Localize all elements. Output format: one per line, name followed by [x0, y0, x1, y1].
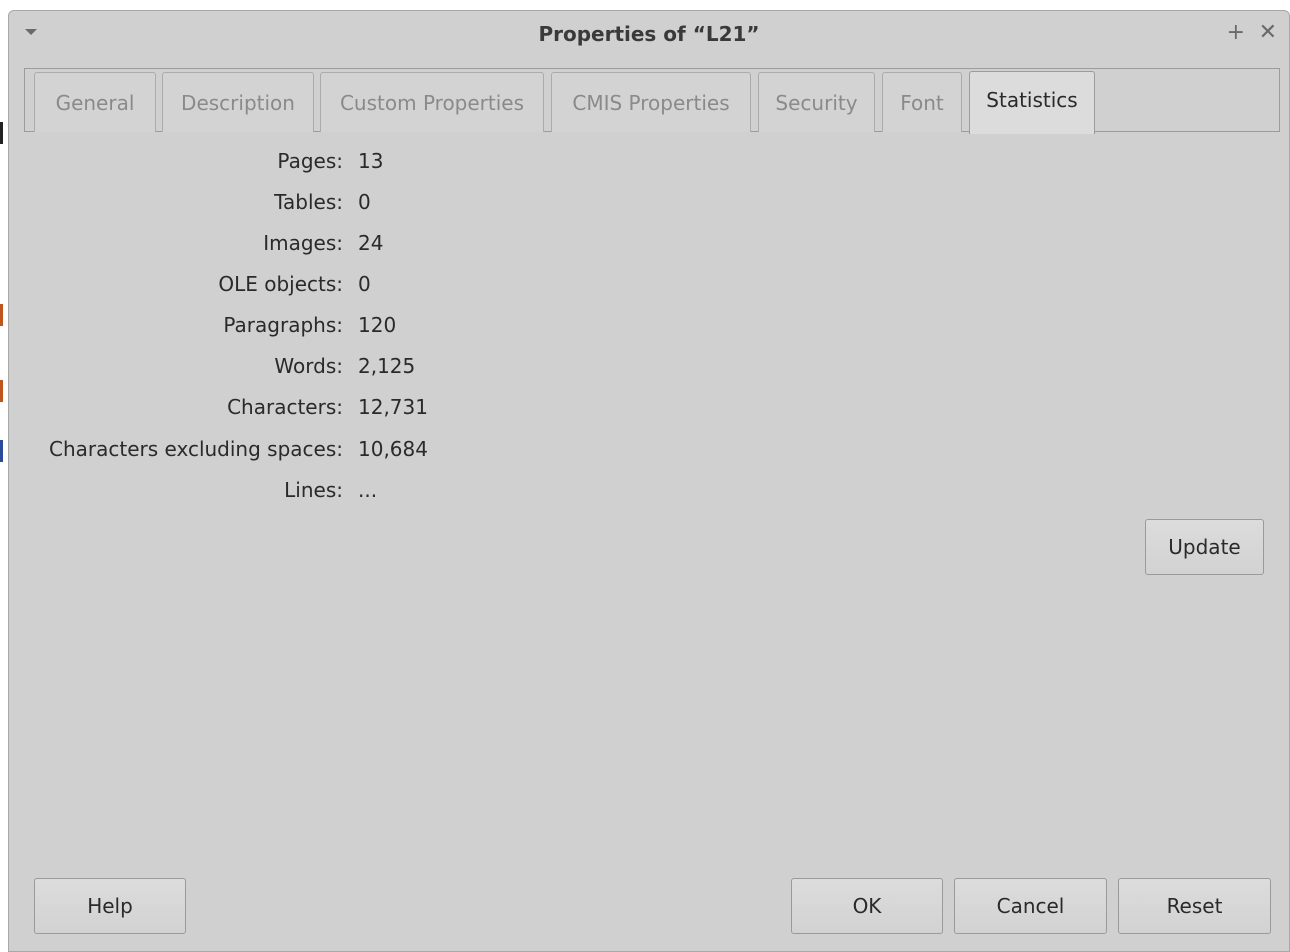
stat-value: 12,731: [358, 395, 428, 419]
tab-description[interactable]: Description: [162, 72, 314, 132]
tab-statistics[interactable]: Statistics: [969, 71, 1095, 134]
stat-row-characters: Characters: 12,731: [9, 395, 709, 425]
stat-label: Tables:: [274, 190, 343, 214]
reset-button[interactable]: Reset: [1118, 878, 1271, 934]
stat-label: Pages:: [277, 149, 343, 173]
edge-mark: [0, 304, 3, 326]
stat-value: 10,684: [358, 437, 428, 461]
stat-value: 0: [358, 190, 371, 214]
edge-mark: [0, 380, 3, 402]
edge-mark: [0, 440, 3, 462]
stat-value: 13: [358, 149, 384, 173]
stat-label: Lines:: [284, 478, 343, 502]
stat-value: ...: [358, 478, 378, 502]
properties-dialog: Properties of “L21” + ✕ General Descript…: [8, 10, 1290, 952]
title-bar[interactable]: Properties of “L21” + ✕: [9, 11, 1289, 59]
help-button[interactable]: Help: [34, 878, 186, 934]
cancel-button[interactable]: Cancel: [954, 878, 1107, 934]
tab-cmis-properties[interactable]: CMIS Properties: [551, 72, 751, 132]
stat-row-tables: Tables: 0: [9, 190, 709, 220]
ok-button[interactable]: OK: [791, 878, 943, 934]
stat-row-pages: Pages: 13: [9, 149, 709, 179]
stat-row-words: Words: 2,125: [9, 354, 709, 384]
stat-value: 24: [358, 231, 384, 255]
stat-label: Words:: [274, 354, 343, 378]
stat-label: Characters:: [227, 395, 343, 419]
stat-value: 2,125: [358, 354, 416, 378]
tab-strip: General Description Custom Properties CM…: [24, 68, 1280, 134]
stat-row-paragraphs: Paragraphs: 120: [9, 313, 709, 343]
stat-value: 0: [358, 272, 371, 296]
stat-label: OLE objects:: [218, 272, 343, 296]
window-title: Properties of “L21”: [538, 22, 760, 46]
edge-mark: [0, 122, 3, 144]
tab-custom-properties[interactable]: Custom Properties: [320, 72, 544, 132]
stat-row-ole-objects: OLE objects: 0: [9, 272, 709, 302]
stat-value: 120: [358, 313, 397, 337]
stat-label: Paragraphs:: [223, 313, 343, 337]
tab-security[interactable]: Security: [758, 72, 875, 132]
update-button[interactable]: Update: [1145, 519, 1264, 575]
stat-label: Images:: [263, 231, 343, 255]
stat-label: Characters excluding spaces:: [49, 437, 343, 461]
stat-row-characters-excluding-spaces: Characters excluding spaces: 10,684: [9, 437, 709, 467]
tab-font[interactable]: Font: [882, 72, 962, 132]
maximize-icon[interactable]: +: [1227, 19, 1245, 47]
tab-general[interactable]: General: [34, 72, 156, 132]
stat-row-images: Images: 24: [9, 231, 709, 261]
close-icon[interactable]: ✕: [1259, 19, 1277, 47]
stat-row-lines: Lines: ...: [9, 478, 709, 508]
